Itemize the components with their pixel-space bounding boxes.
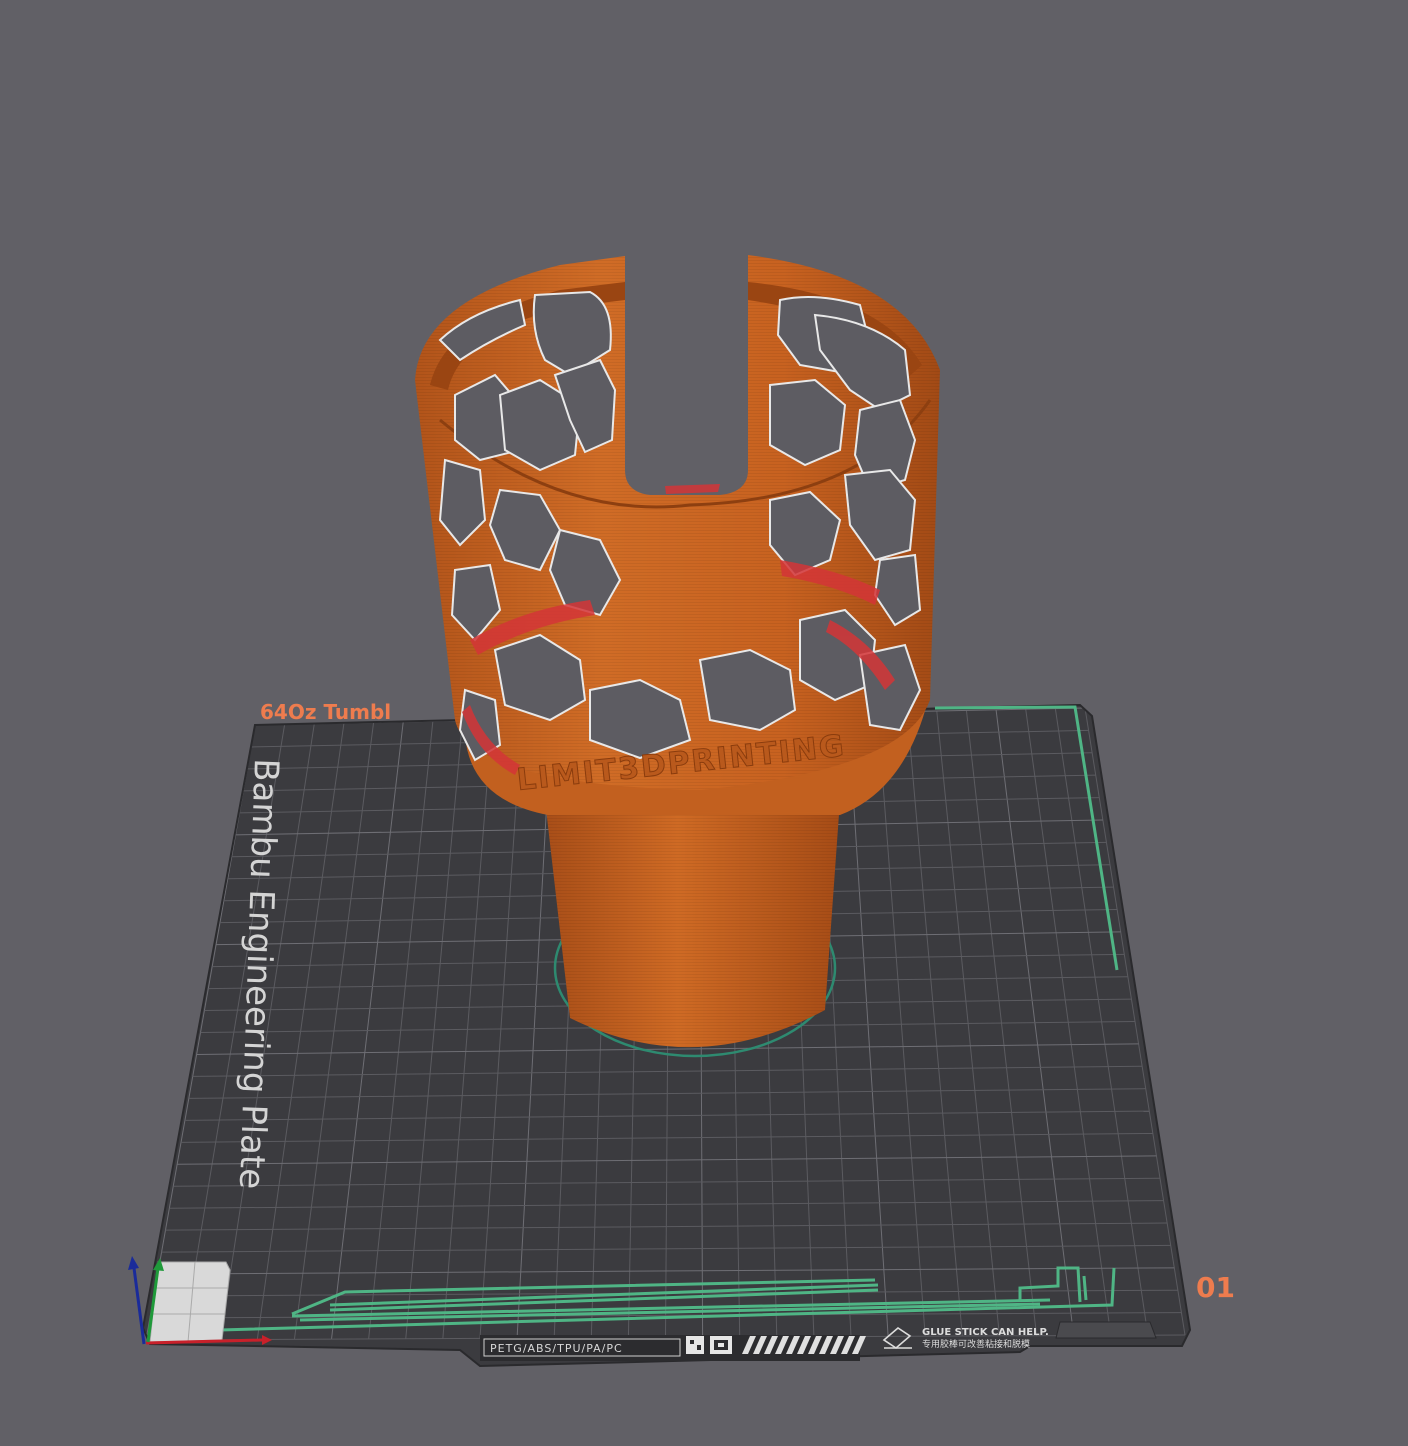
3d-viewport[interactable]: PETG/ABS/TPU/PA/PC GLUE STICK CAN HELP. … xyxy=(0,0,1408,1441)
glue-note-en: GLUE STICK CAN HELP. xyxy=(922,1327,1049,1338)
plate-index-label[interactable]: 01 xyxy=(1196,1271,1235,1304)
material-compat-label: PETG/ABS/TPU/PA/PC xyxy=(490,1342,623,1355)
scene-canvas[interactable]: PETG/ABS/TPU/PA/PC GLUE STICK CAN HELP. … xyxy=(0,0,1408,1441)
wipe-tower-area[interactable] xyxy=(149,1261,231,1343)
glue-note-cn: 专用胶棒可改善粘接和脱模 xyxy=(922,1338,1030,1350)
plate-notch xyxy=(1055,1321,1157,1339)
plate-name-label[interactable]: 64Oz Tumbl xyxy=(260,700,391,724)
